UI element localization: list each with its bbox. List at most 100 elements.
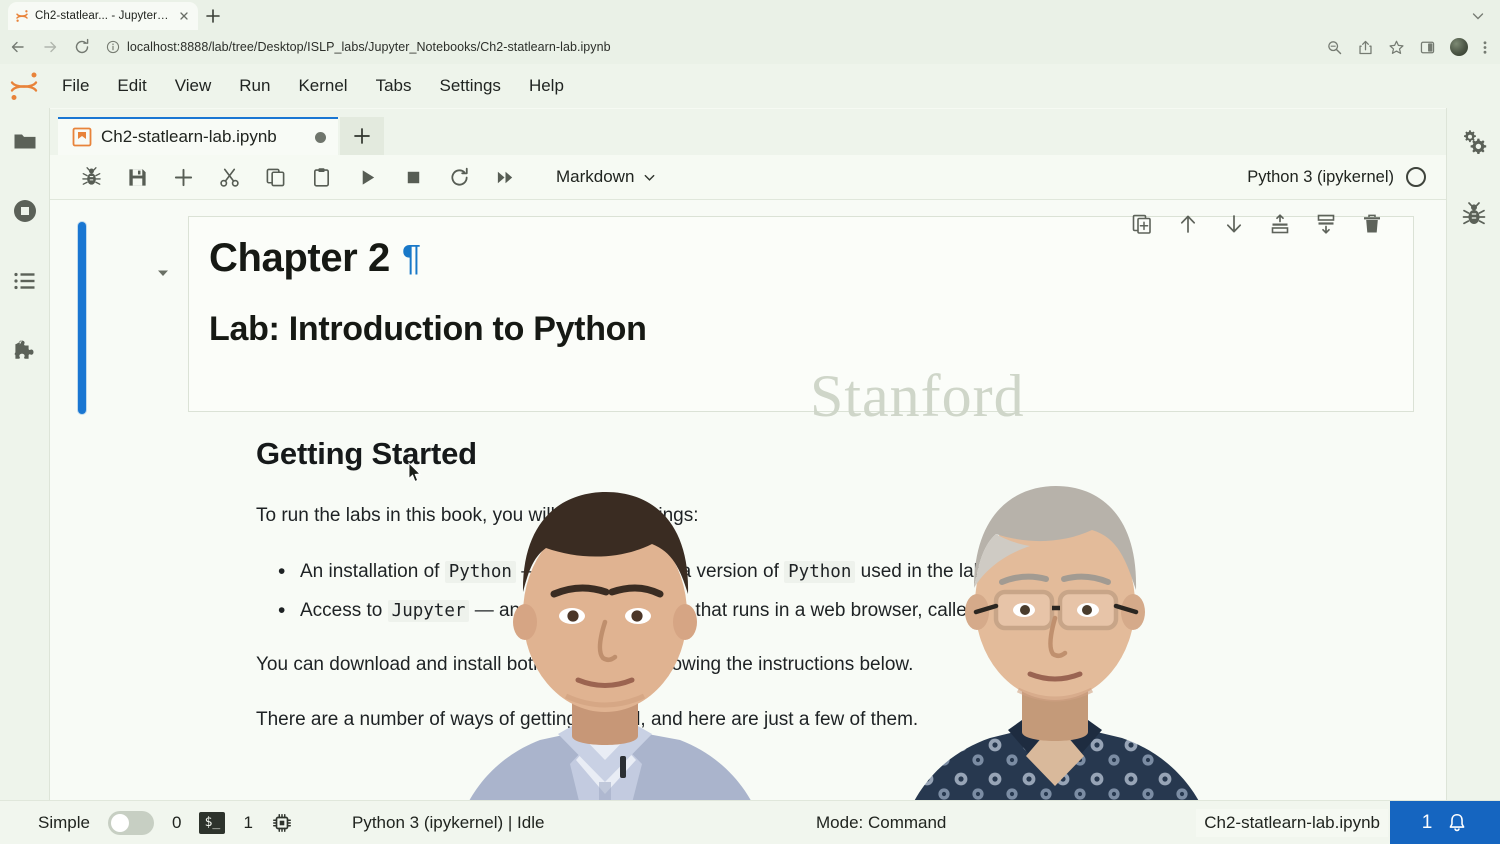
interrupt-kernel-button[interactable] [390, 159, 436, 195]
delete-cell-button[interactable] [1349, 205, 1395, 243]
notebook-tabbar: Ch2-statlearn-lab.ipynb [50, 109, 1446, 155]
right-sidebar [1446, 108, 1500, 800]
sidebar-item-extension-manager[interactable] [10, 336, 40, 366]
notebook-tab[interactable]: Ch2-statlearn-lab.ipynb [58, 117, 338, 155]
left-sidebar [0, 108, 50, 800]
menu-help[interactable]: Help [515, 64, 578, 108]
terminal-sessions-count: 1 [243, 812, 253, 832]
bullet-text-pre: Access to [300, 599, 388, 621]
forward-arrow-icon[interactable] [36, 33, 64, 61]
notebook-cell-markdown[interactable]: Chapter 2 ¶ Lab: Introduction to Python [50, 210, 1446, 414]
sidebar-item-file-browser[interactable] [10, 126, 40, 156]
cut-button[interactable] [206, 159, 252, 195]
stanford-watermark: Stanford [810, 363, 1025, 429]
duplicate-cell-button[interactable] [1119, 205, 1165, 243]
bug-icon [1461, 202, 1487, 228]
move-cell-down-button[interactable] [1211, 205, 1257, 243]
cell-toolbar [1119, 205, 1395, 243]
sidebar-item-debugger[interactable] [1459, 200, 1489, 230]
save-icon [127, 167, 148, 188]
profile-avatar[interactable] [1450, 38, 1468, 56]
site-info-icon[interactable] [106, 40, 120, 54]
browser-tab-title: Ch2-statlear... - JupyterLab [35, 10, 171, 22]
browser-actions [1326, 38, 1500, 56]
more-menu-icon[interactable] [1482, 39, 1488, 56]
browser-chrome: Ch2-statlear... - JupyterLab localhost:8… [0, 0, 1500, 64]
markdown-heading-2: Lab: Introduction to Python [209, 310, 647, 348]
share-icon[interactable] [1357, 39, 1374, 56]
close-icon[interactable] [177, 9, 191, 23]
puzzle-icon [12, 338, 38, 364]
statusbar-filename: Ch2-statlearn-lab.ipynb [1196, 808, 1388, 837]
menu-run[interactable]: Run [225, 64, 284, 108]
browser-tab[interactable]: Ch2-statlear... - JupyterLab [8, 2, 198, 30]
menu-kernel[interactable]: Kernel [284, 64, 361, 108]
menu-settings[interactable]: Settings [426, 64, 515, 108]
markdown-cell-content[interactable]: Chapter 2 ¶ Lab: Introduction to Python [188, 214, 1414, 412]
chevron-down-icon [642, 170, 657, 185]
copy-button[interactable] [252, 159, 298, 195]
notification-count: 1 [1421, 812, 1433, 833]
save-button[interactable] [114, 159, 160, 195]
simple-interface-toggle[interactable] [107, 810, 154, 835]
toggle-knob [110, 813, 129, 832]
jupyter-logo-icon [0, 64, 48, 108]
reload-icon[interactable] [68, 33, 96, 61]
caret-down-icon [154, 264, 172, 412]
kernel-indicator[interactable]: Python 3 (ipykernel) [1247, 167, 1432, 187]
jupyter-menubar: File Edit View Run Kernel Tabs Settings … [0, 64, 1500, 108]
chapter-title: Chapter 2 [209, 236, 390, 280]
new-tab-button[interactable] [200, 4, 226, 28]
browser-tabstrip: Ch2-statlear... - JupyterLab [0, 0, 1500, 30]
menu-file[interactable]: File [48, 64, 103, 108]
menu-edit[interactable]: Edit [103, 64, 160, 108]
gears-icon [1461, 128, 1487, 154]
browser-toolbar: localhost:8888/lab/tree/Desktop/ISLP_lab… [0, 30, 1500, 64]
terminal-icon[interactable]: $_ [199, 811, 226, 834]
add-notebook-tab-button[interactable] [340, 117, 384, 155]
mouse-cursor [408, 462, 422, 483]
unsaved-changes-dot[interactable] [315, 131, 326, 143]
menu-view[interactable]: View [161, 64, 226, 108]
sidebar-item-table-of-contents[interactable] [10, 266, 40, 296]
cell-type-select[interactable]: Markdown [548, 163, 665, 191]
cell-collapser-button[interactable] [138, 216, 188, 412]
side-panel-icon[interactable] [1419, 39, 1436, 56]
heading-anchor-link[interactable]: ¶ [402, 234, 421, 283]
jupyterlab-app: File Edit View Run Kernel Tabs Settings … [0, 64, 1500, 844]
back-arrow-icon[interactable] [4, 33, 32, 61]
jupyter-statusbar: Simple 0 $_ 1 Python 3 (ipykernel) | Idl… [0, 800, 1500, 844]
run-cell-button[interactable] [344, 159, 390, 195]
notebook-tab-label: Ch2-statlearn-lab.ipynb [101, 127, 277, 146]
insert-cell-button[interactable] [160, 159, 206, 195]
plus-icon [173, 167, 194, 188]
sidebar-item-property-inspector[interactable] [1459, 126, 1489, 156]
notebook-icon [72, 127, 92, 147]
insert-cell-above-button[interactable] [1257, 205, 1303, 243]
address-bar[interactable]: localhost:8888/lab/tree/Desktop/ISLP_lab… [106, 34, 1318, 60]
bell-icon [1446, 812, 1468, 834]
cpu-icon[interactable] [271, 812, 293, 834]
list-icon [12, 268, 38, 294]
paste-button[interactable] [298, 159, 344, 195]
notification-center-button[interactable]: 1 [1390, 801, 1500, 844]
trash-icon [1361, 213, 1383, 235]
restart-run-all-button[interactable] [482, 159, 528, 195]
sidebar-item-running-sessions[interactable] [10, 196, 40, 226]
menu-tabs[interactable]: Tabs [362, 64, 426, 108]
cell-selection-bar [78, 222, 86, 414]
video-overlay [380, 464, 1380, 844]
copy-icon [265, 167, 286, 188]
cell-type-value: Markdown [556, 167, 635, 186]
chevron-down-icon[interactable] [1470, 8, 1486, 24]
insert-cell-below-button[interactable] [1303, 205, 1349, 243]
move-cell-up-button[interactable] [1165, 205, 1211, 243]
statusbar-kernel-status[interactable]: Python 3 (ipykernel) | Idle [352, 813, 544, 833]
debugger-toggle-button[interactable] [68, 159, 114, 195]
restart-kernel-button[interactable] [436, 159, 482, 195]
presenter-right [898, 486, 1216, 844]
zoom-icon[interactable] [1326, 39, 1343, 56]
stop-square-icon [403, 167, 424, 188]
bookmark-star-icon[interactable] [1388, 39, 1405, 56]
fast-forward-icon [495, 167, 516, 188]
